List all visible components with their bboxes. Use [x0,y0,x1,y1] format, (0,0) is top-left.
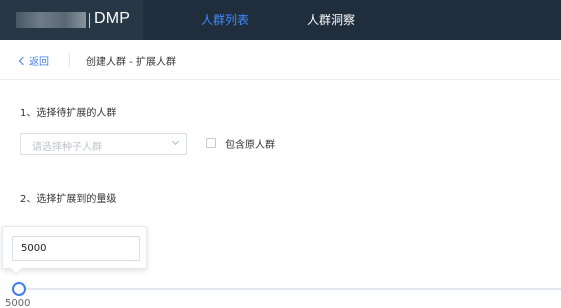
magnitude-slider-track[interactable] [18,288,561,290]
include-original-checkbox[interactable] [206,138,216,148]
breadcrumb-divider [69,53,70,67]
page-title: 创建人群 - 扩展人群 [86,57,176,68]
back-label: 返回 [29,57,49,68]
nav-item-crowd-list[interactable]: 人群列表 [201,11,249,28]
chevron-left-icon [18,56,28,66]
magnitude-slider-handle[interactable] [12,282,26,296]
nav-item-crowd-insight[interactable]: 人群洞察 [307,11,355,28]
top-nav-bar: DMP 人群列表 人群洞察 [0,0,561,40]
logo-divider [89,13,90,28]
value-popover [2,226,147,269]
include-original-label[interactable]: 包含原人群 [225,136,275,151]
select-placeholder: 请选择种子人群 [32,142,102,153]
back-link[interactable]: 返回 [18,53,49,68]
brand-name: DMP [94,10,131,27]
logo-area[interactable]: DMP [0,0,143,40]
magnitude-input[interactable] [12,236,140,261]
step2-label: 2、选择扩展到的量级 [20,194,117,205]
breadcrumb: 返回 创建人群 - 扩展人群 [0,40,561,80]
chevron-down-icon [171,137,180,146]
step1-label: 1、选择待扩展的人群 [20,108,117,119]
blurred-logo-image [16,12,86,28]
seed-crowd-select[interactable]: 请选择种子人群 [20,133,187,155]
slider-value-label: 5000 [5,298,31,308]
